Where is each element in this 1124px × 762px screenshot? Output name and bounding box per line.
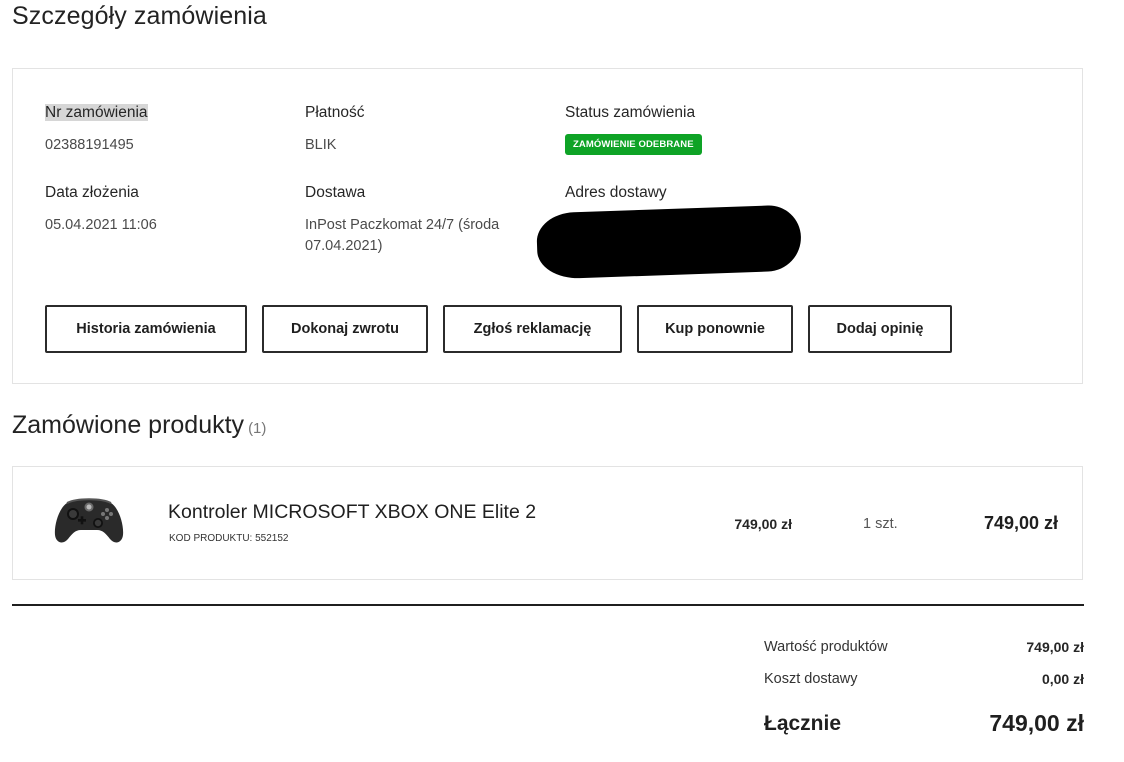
- summary-divider: [12, 604, 1084, 606]
- order-number-label: Nr zamówienia: [45, 104, 148, 121]
- order-details-card: Nr zamówienia 02388191495 Płatność BLIK …: [12, 68, 1083, 384]
- products-value-label: Wartość produktów: [764, 639, 888, 655]
- xbox-controller-icon[interactable]: [53, 495, 125, 550]
- products-section-title-text: Zamówione produkty: [12, 411, 245, 439]
- product-name[interactable]: Kontroler MICROSOFT XBOX ONE Elite 2: [168, 501, 536, 524]
- total-label: Łącznie: [764, 712, 842, 735]
- shipping-cost-value: 0,00 zł: [1041, 671, 1084, 687]
- redaction-mark-fill: [553, 215, 763, 275]
- date-value: 05.04.2021 11:06: [45, 217, 157, 233]
- products-value: 749,00 zł: [1026, 639, 1084, 655]
- order-number-field: Nr zamówienia 02388191495: [45, 103, 148, 156]
- status-badge: ZAMÓWIENIE ODEBRANE: [565, 134, 702, 155]
- shipping-cost-label: Koszt dostawy: [764, 671, 858, 687]
- products-count: (1): [248, 420, 267, 437]
- status-label: Status zamówienia: [565, 104, 696, 121]
- payment-label: Płatność: [305, 104, 365, 121]
- product-unit-price: 749,00 zł: [734, 516, 792, 532]
- order-number-value: 02388191495: [45, 137, 134, 153]
- date-field: Data złożenia 05.04.2021 11:06: [45, 183, 157, 236]
- address-label: Adres dostawy: [565, 184, 667, 201]
- total-value: 749,00 zł: [989, 710, 1084, 736]
- date-label: Data złożenia: [45, 184, 139, 201]
- product-total-price: 749,00 zł: [983, 513, 1058, 533]
- complaint-button[interactable]: Zgłoś reklamację: [443, 305, 622, 353]
- product-code: KOD PRODUKTU: 552152: [169, 533, 289, 544]
- page-title: Szczegóły zamówienia: [12, 2, 267, 30]
- buy-again-button[interactable]: Kup ponownie: [637, 305, 793, 353]
- delivery-field: Dostawa InPost Paczkomat 24/7 (środa 07.…: [305, 183, 499, 257]
- payment-field: Płatność BLIK: [305, 103, 364, 156]
- products-section-title: Zamówione produkty (1): [12, 411, 266, 440]
- add-review-button[interactable]: Dodaj opinię: [808, 305, 952, 353]
- address-field: Adres dostawy: [565, 183, 667, 203]
- delivery-value: InPost Paczkomat 24/7 (środa 07.04.2021): [305, 215, 499, 257]
- order-history-button[interactable]: Historia zamówienia: [45, 305, 247, 353]
- payment-value: BLIK: [305, 137, 337, 153]
- return-button[interactable]: Dokonaj zwrotu: [262, 305, 428, 353]
- delivery-label: Dostawa: [305, 184, 366, 201]
- product-quantity: 1 szt.: [863, 516, 898, 532]
- delivery-value-line2: 07.04.2021): [305, 238, 383, 254]
- delivery-value-line1: InPost Paczkomat 24/7 (środa: [305, 217, 500, 233]
- status-field: Status zamówienia ZAMÓWIENIE ODEBRANE: [565, 103, 702, 155]
- product-row: Kontroler MICROSOFT XBOX ONE Elite 2 KOD…: [12, 466, 1083, 580]
